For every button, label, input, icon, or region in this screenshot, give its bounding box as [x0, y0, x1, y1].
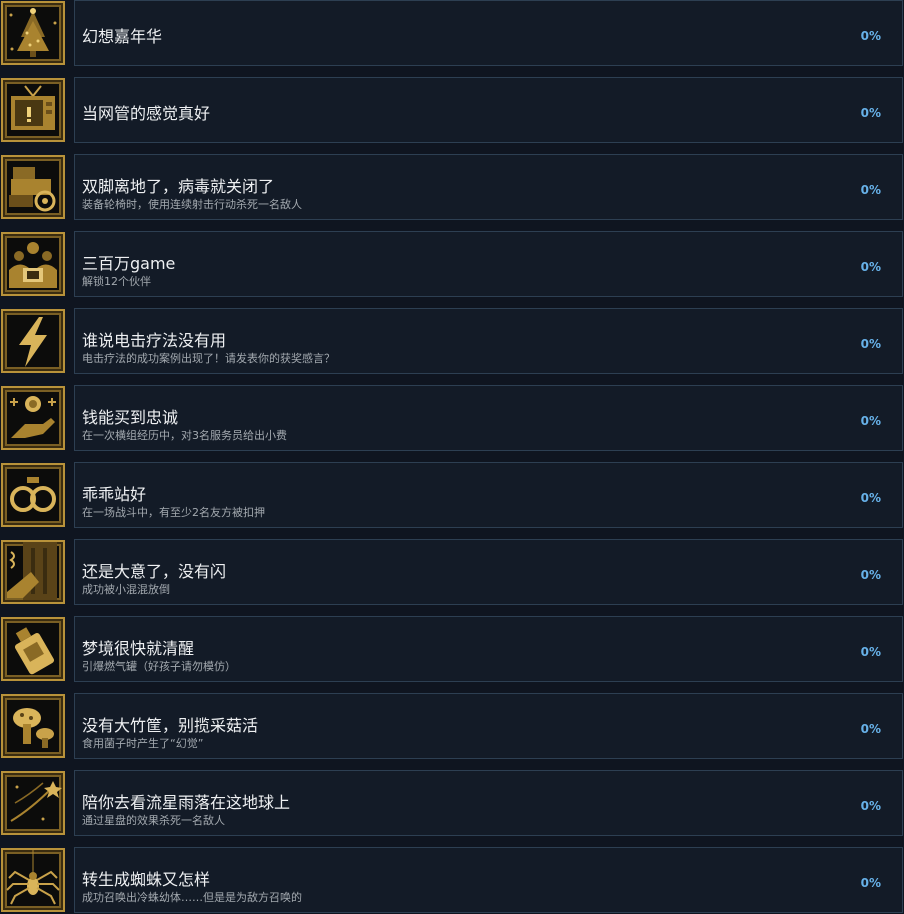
achievement-panel: 钱能买到忠诚 在一次横组经历中，对3名服务员给出小费 0% — [74, 385, 903, 451]
unlock-percent: 0% — [860, 183, 881, 197]
unlock-percent: 0% — [860, 491, 881, 505]
achievement-row[interactable]: 当网管的感觉真好 0% — [0, 77, 904, 143]
knocked-down-icon — [1, 540, 65, 604]
unlock-percent: 0% — [860, 722, 881, 736]
achievement-description: 在一场战斗中，有至少2名友方被扣押 — [82, 506, 265, 519]
unlock-percent: 0% — [860, 106, 881, 120]
gas-can-icon — [1, 617, 65, 681]
wheelchair-icon — [1, 155, 65, 219]
achievement-panel: 陪你去看流星雨落在这地球上 通过星盘的效果杀死一名敌人 0% — [74, 770, 903, 836]
unlock-percent: 0% — [860, 876, 881, 890]
achievement-row[interactable]: 谁说电击疗法没有用 电击疗法的成功案例出现了！请发表你的获奖感言？ 0% — [0, 308, 904, 374]
achievement-description: 成功召唤出冷蛛幼体……但是是为敌方召唤的 — [82, 891, 302, 904]
achievement-row[interactable]: 转生成蜘蛛又怎样 成功召唤出冷蛛幼体……但是是为敌方召唤的 0% — [0, 847, 904, 913]
achievement-panel: 双脚离地了，病毒就关闭了 装备轮椅时，使用连续射击行动杀死一名敌人 0% — [74, 154, 903, 220]
achievement-panel: 三百万game 解锁12个伙伴 0% — [74, 231, 903, 297]
unlock-percent: 0% — [860, 645, 881, 659]
achievement-title: 乖乖站好 — [82, 485, 147, 504]
achievement-description: 食用菌子时产生了“幻觉” — [82, 737, 204, 750]
achievement-row[interactable]: 乖乖站好 在一场战斗中，有至少2名友方被扣押 0% — [0, 462, 904, 528]
achievement-description: 引爆燃气罐（好孩子请勿模仿） — [82, 660, 236, 673]
achievement-panel: 乖乖站好 在一场战斗中，有至少2名友方被扣押 0% — [74, 462, 903, 528]
handcuffs-icon — [1, 463, 65, 527]
achievement-description: 解锁12个伙伴 — [82, 275, 151, 288]
achievement-row[interactable]: 还是大意了，没有闪 成功被小混混放倒 0% — [0, 539, 904, 605]
achievement-panel: 幻想嘉年华 0% — [74, 0, 903, 66]
achievement-description: 通过星盘的效果杀死一名敌人 — [82, 814, 225, 827]
achievement-title: 双脚离地了，病毒就关闭了 — [82, 177, 275, 196]
achievement-panel: 转生成蜘蛛又怎样 成功召唤出冷蛛幼体……但是是为敌方召唤的 0% — [74, 847, 903, 913]
achievement-row[interactable]: 陪你去看流星雨落在这地球上 通过星盘的效果杀死一名敌人 0% — [0, 770, 904, 836]
spider-icon — [1, 848, 65, 912]
achievement-row[interactable]: 双脚离地了，病毒就关闭了 装备轮椅时，使用连续射击行动杀死一名敌人 0% — [0, 154, 904, 220]
achievement-title: 还是大意了，没有闪 — [82, 562, 227, 581]
achievement-panel: 当网管的感觉真好 0% — [74, 77, 903, 143]
achievement-title: 梦境很快就清醒 — [82, 639, 195, 658]
christmas-tree-icon — [1, 1, 65, 65]
achievement-panel: 还是大意了，没有闪 成功被小混混放倒 0% — [74, 539, 903, 605]
achievement-row[interactable]: 梦境很快就清醒 引爆燃气罐（好孩子请勿模仿） 0% — [0, 616, 904, 682]
achievement-row[interactable]: 没有大竹筐，别揽采菇活 食用菌子时产生了“幻觉” 0% — [0, 693, 904, 759]
achievement-title: 当网管的感觉真好 — [82, 104, 211, 123]
achievement-row[interactable]: 三百万game 解锁12个伙伴 0% — [0, 231, 904, 297]
achievement-description: 装备轮椅时，使用连续射击行动杀死一名敌人 — [82, 198, 302, 211]
achievement-title: 三百万game — [82, 254, 176, 273]
achievement-description: 电击疗法的成功案例出现了！请发表你的获奖感言？ — [82, 352, 335, 365]
unlock-percent: 0% — [860, 337, 881, 351]
tv-icon — [1, 78, 65, 142]
achievement-row[interactable]: 钱能买到忠诚 在一次横组经历中，对3名服务员给出小费 0% — [0, 385, 904, 451]
mushroom-icon — [1, 694, 65, 758]
achievement-description: 成功被小混混放倒 — [82, 583, 170, 596]
lightning-icon — [1, 309, 65, 373]
achievement-panel: 谁说电击疗法没有用 电击疗法的成功案例出现了！请发表你的获奖感言？ 0% — [74, 308, 903, 374]
unlock-percent: 0% — [860, 260, 881, 274]
unlock-percent: 0% — [860, 414, 881, 428]
achievement-description: 在一次横组经历中，对3名服务员给出小费 — [82, 429, 287, 442]
achievement-title: 没有大竹筐，别揽采菇活 — [82, 716, 259, 735]
coin-hand-icon — [1, 386, 65, 450]
achievement-panel: 梦境很快就清醒 引爆燃气罐（好孩子请勿模仿） 0% — [74, 616, 903, 682]
unlock-percent: 0% — [860, 799, 881, 813]
achievement-title: 钱能买到忠诚 — [82, 408, 179, 427]
shooting-star-icon — [1, 771, 65, 835]
achievement-row[interactable]: 幻想嘉年华 0% — [0, 0, 904, 66]
unlock-percent: 0% — [860, 568, 881, 582]
unlock-percent: 0% — [860, 29, 881, 43]
crowd-icon — [1, 232, 65, 296]
achievement-title: 转生成蜘蛛又怎样 — [82, 870, 211, 889]
achievement-panel: 没有大竹筐，别揽采菇活 食用菌子时产生了“幻觉” 0% — [74, 693, 903, 759]
achievement-title: 谁说电击疗法没有用 — [82, 331, 227, 350]
achievement-title: 陪你去看流星雨落在这地球上 — [82, 793, 291, 812]
achievement-title: 幻想嘉年华 — [82, 27, 163, 46]
